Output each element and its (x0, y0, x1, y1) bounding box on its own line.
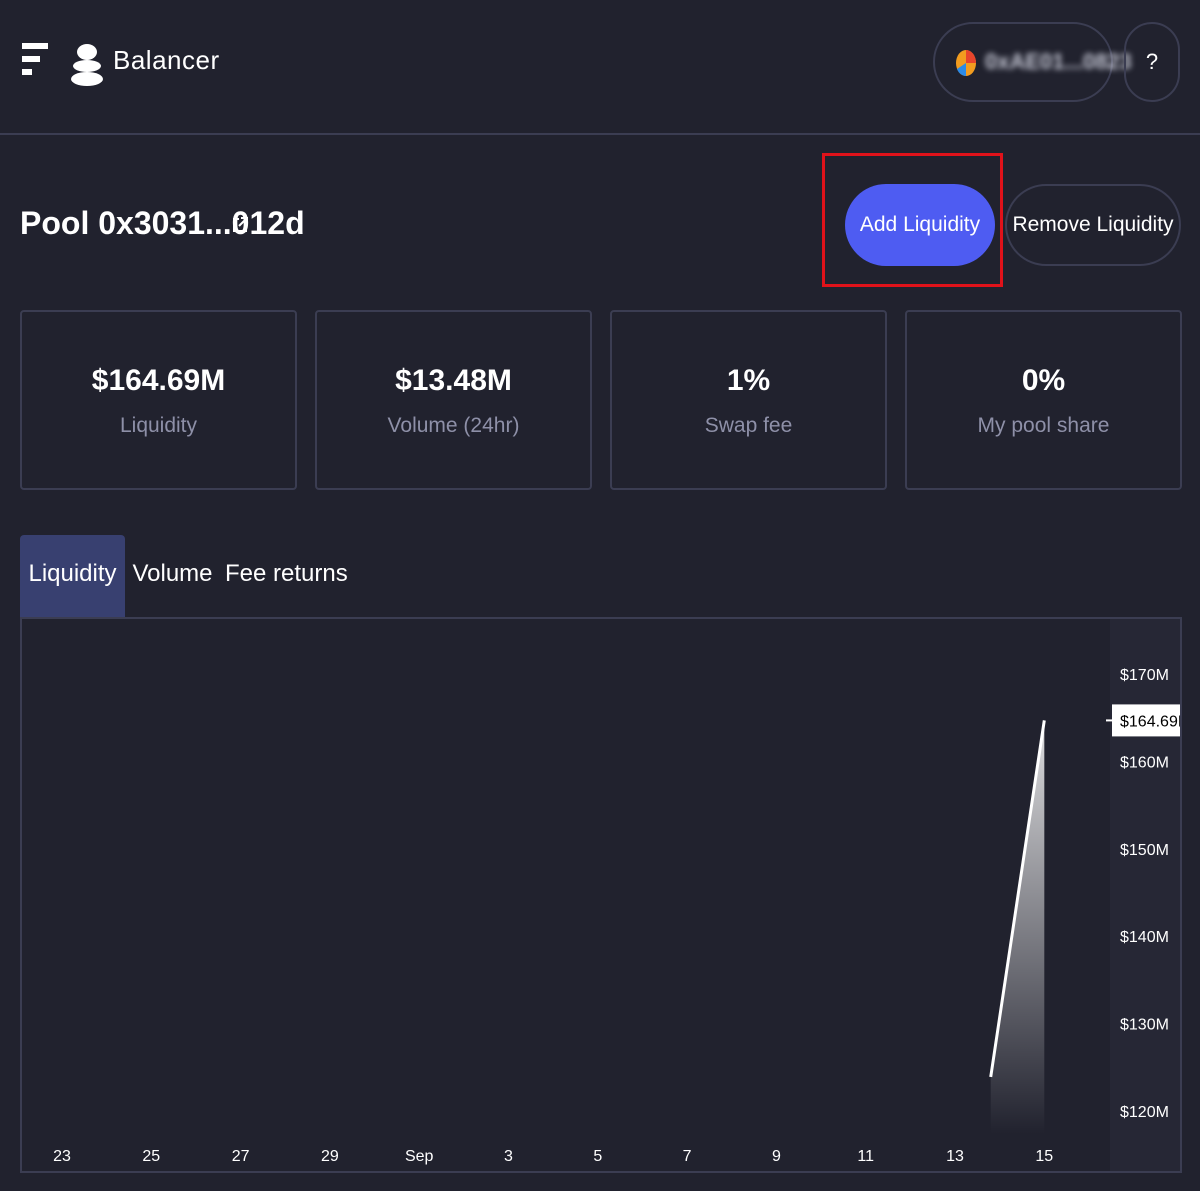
balancer-logo-icon (71, 44, 103, 86)
brand-name: Balancer (113, 45, 220, 75)
stat-card-liquidity: $164.69M Liquidity (20, 310, 297, 490)
pool-title: Pool 0x3031...012d (20, 205, 305, 241)
y-tick-label: $150M (1120, 842, 1169, 859)
current-value-label: $164.69M (1120, 713, 1180, 730)
help-button[interactable]: ? (1124, 22, 1180, 102)
stat-value: $164.69M (91, 364, 226, 397)
x-tick-label: 11 (857, 1148, 874, 1165)
liquidity-chart: $170M $160M $150M $140M $130M $120M 23 25 27 29 S… (20, 617, 1182, 1173)
external-link-icon[interactable] (231, 216, 249, 234)
stat-value: 1% (726, 364, 771, 397)
x-tick-label: 23 (53, 1148, 71, 1165)
stat-card-pool-share: 0% My pool share (905, 310, 1182, 490)
stat-value: 0% (1021, 364, 1066, 397)
tab-fee-returns[interactable]: Fee returns (225, 535, 348, 617)
account-button[interactable]: 0xAE01...0823 (933, 22, 1132, 102)
top-bar: Balancer 0xAE01...0823 ? (0, 0, 1200, 135)
x-tick-label: Sep (405, 1148, 434, 1165)
stat-card-swap-fee: 1% Swap fee (610, 310, 887, 490)
remove-liquidity-button[interactable]: Remove Liquidity (1005, 184, 1181, 266)
y-tick-label: $130M (1120, 1017, 1169, 1034)
stat-card-volume: $13.48M Volume (24hr) (315, 310, 592, 490)
stat-label: Volume (24hr) (387, 414, 520, 437)
x-tick-label: 15 (1035, 1148, 1053, 1165)
stat-value: $13.48M (395, 364, 512, 397)
stat-label: Swap fee (704, 414, 793, 437)
y-tick-label: $120M (1120, 1104, 1169, 1121)
menu-icon[interactable] (22, 43, 50, 77)
x-tick-label: 5 (593, 1148, 602, 1165)
x-tick-label: 27 (232, 1148, 250, 1165)
x-tick-label: 9 (772, 1148, 781, 1165)
add-liquidity-button[interactable]: Add Liquidity (845, 184, 995, 266)
x-tick-label: 13 (946, 1148, 964, 1165)
x-tick-label: 7 (683, 1148, 692, 1165)
tab-volume[interactable]: Volume (130, 535, 215, 617)
account-address: 0xAE01...0823 (985, 49, 1132, 74)
account-avatar-icon (956, 50, 976, 77)
liquidity-chart-canvas: $170M $160M $150M $140M $130M $120M 23 25 27 29 S… (53, 619, 1180, 1171)
y-tick-label: $170M (1120, 667, 1169, 684)
tab-liquidity[interactable]: Liquidity (20, 535, 125, 617)
stat-label: Liquidity (119, 414, 198, 437)
y-axis-band (1110, 619, 1180, 1171)
y-tick-label: $140M (1120, 929, 1169, 946)
x-tick-label: 25 (142, 1148, 160, 1165)
y-tick-label: $160M (1120, 754, 1169, 771)
x-tick-label: 29 (321, 1148, 339, 1165)
x-tick-label: 3 (504, 1148, 513, 1165)
stat-label: My pool share (977, 414, 1110, 437)
